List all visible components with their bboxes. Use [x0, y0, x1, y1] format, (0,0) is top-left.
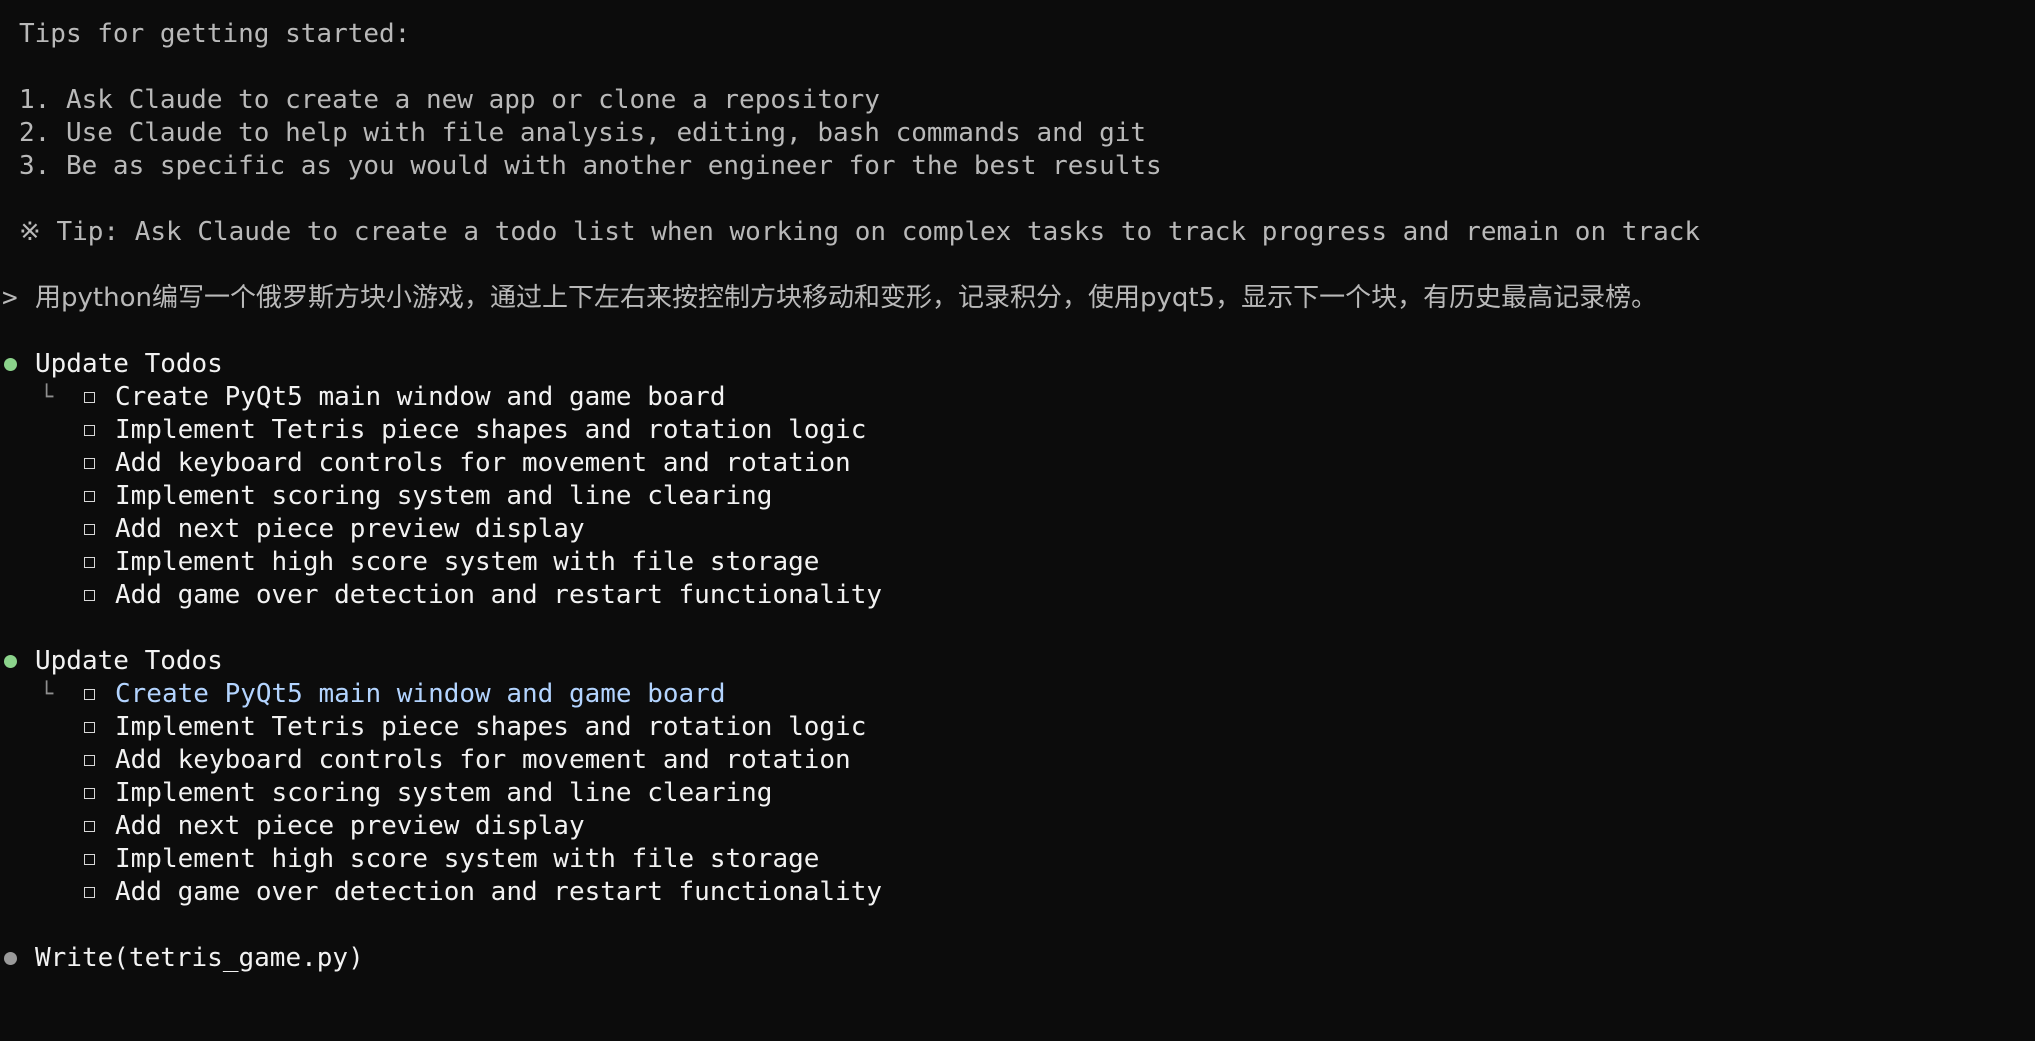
todo-block-title: Update Todos [35, 349, 223, 379]
todo-item-text: Add game over detection and restart func… [115, 580, 883, 610]
checkbox-icon [84, 821, 95, 832]
todo-item: Add next piece preview display [0, 513, 900, 546]
todo-item: Add keyboard controls for movement and r… [0, 744, 900, 777]
todo-item: Add game over detection and restart func… [0, 579, 900, 612]
checkbox-icon [84, 425, 95, 436]
tip-item-2: 2. Use Claude to help with file analysis… [19, 118, 1147, 148]
tree-branch-icon: └ [40, 385, 54, 410]
checkbox-icon [84, 557, 95, 568]
tip-item-3: 3. Be as specific as you would with anot… [19, 151, 1162, 181]
tips-heading: Tips for getting started: [19, 19, 411, 49]
checkbox-icon [84, 887, 95, 898]
done-bullet-icon [4, 358, 17, 371]
todo-item-text: Implement high score system with file st… [115, 547, 820, 577]
todo-item: Implement high score system with file st… [0, 546, 900, 579]
tip-line: ※ Tip: Ask Claude to create a todo list … [19, 217, 1701, 247]
todo-item-text: Add keyboard controls for movement and r… [115, 448, 851, 478]
todo-item: Implement Tetris piece shapes and rotati… [0, 711, 900, 744]
todo-block-1-header: Update Todos [0, 348, 900, 381]
checkbox-icon [84, 458, 95, 469]
todo-item-text: Add next piece preview display [115, 514, 585, 544]
todo-item: Implement scoring system and line cleari… [0, 777, 900, 810]
checkbox-icon [84, 788, 95, 799]
write-action: Write(tetris_game.py) [0, 942, 900, 975]
todo-item-text: Create PyQt5 main window and game board [115, 679, 726, 709]
todo-item: Add keyboard controls for movement and r… [0, 447, 900, 480]
checkbox-icon [84, 722, 95, 733]
checkbox-icon [84, 854, 95, 865]
todo-item-text: Add game over detection and restart func… [115, 877, 883, 907]
todo-item: Implement Tetris piece shapes and rotati… [0, 414, 900, 447]
todo-item: Add next piece preview display [0, 810, 900, 843]
checkbox-icon [84, 590, 95, 601]
checkbox-icon [84, 392, 95, 403]
todo-item-text: Add keyboard controls for movement and r… [115, 745, 851, 775]
checkbox-icon [84, 524, 95, 535]
todo-item-text: Implement scoring system and line cleari… [115, 481, 773, 511]
prompt-text: 用python编写一个俄罗斯方块小游戏，通过上下左右来按控制方块移动和变形，记录… [35, 283, 1658, 313]
todo-item-text: Add next piece preview display [115, 811, 585, 841]
todo-item-text: Implement Tetris piece shapes and rotati… [115, 415, 867, 445]
prompt-symbol: > [2, 283, 18, 313]
todo-item: Implement high score system with file st… [0, 843, 900, 876]
todo-item: Implement scoring system and line cleari… [0, 480, 900, 513]
write-action-text: Write(tetris_game.py) [35, 943, 364, 973]
todo-item-text: Implement Tetris piece shapes and rotati… [115, 712, 867, 742]
pending-bullet-icon [4, 952, 17, 965]
tree-branch-icon: └ [40, 682, 54, 707]
checkbox-icon [84, 689, 95, 700]
todo-item: Add game over detection and restart func… [0, 876, 900, 909]
checkbox-icon [84, 755, 95, 766]
todo-item-text: Implement high score system with file st… [115, 844, 820, 874]
todo-item-text: Create PyQt5 main window and game board [115, 382, 726, 412]
todo-block-title: Update Todos [35, 646, 223, 676]
todo-item-active: └ Create PyQt5 main window and game boar… [0, 678, 900, 711]
checkbox-icon [84, 491, 95, 502]
todo-item: └ Create PyQt5 main window and game boar… [0, 381, 900, 414]
tip-item-1: 1. Ask Claude to create a new app or clo… [19, 85, 880, 115]
done-bullet-icon [4, 655, 17, 668]
todo-item-text: Implement scoring system and line cleari… [115, 778, 773, 808]
todo-block-2-header: Update Todos [0, 645, 900, 678]
